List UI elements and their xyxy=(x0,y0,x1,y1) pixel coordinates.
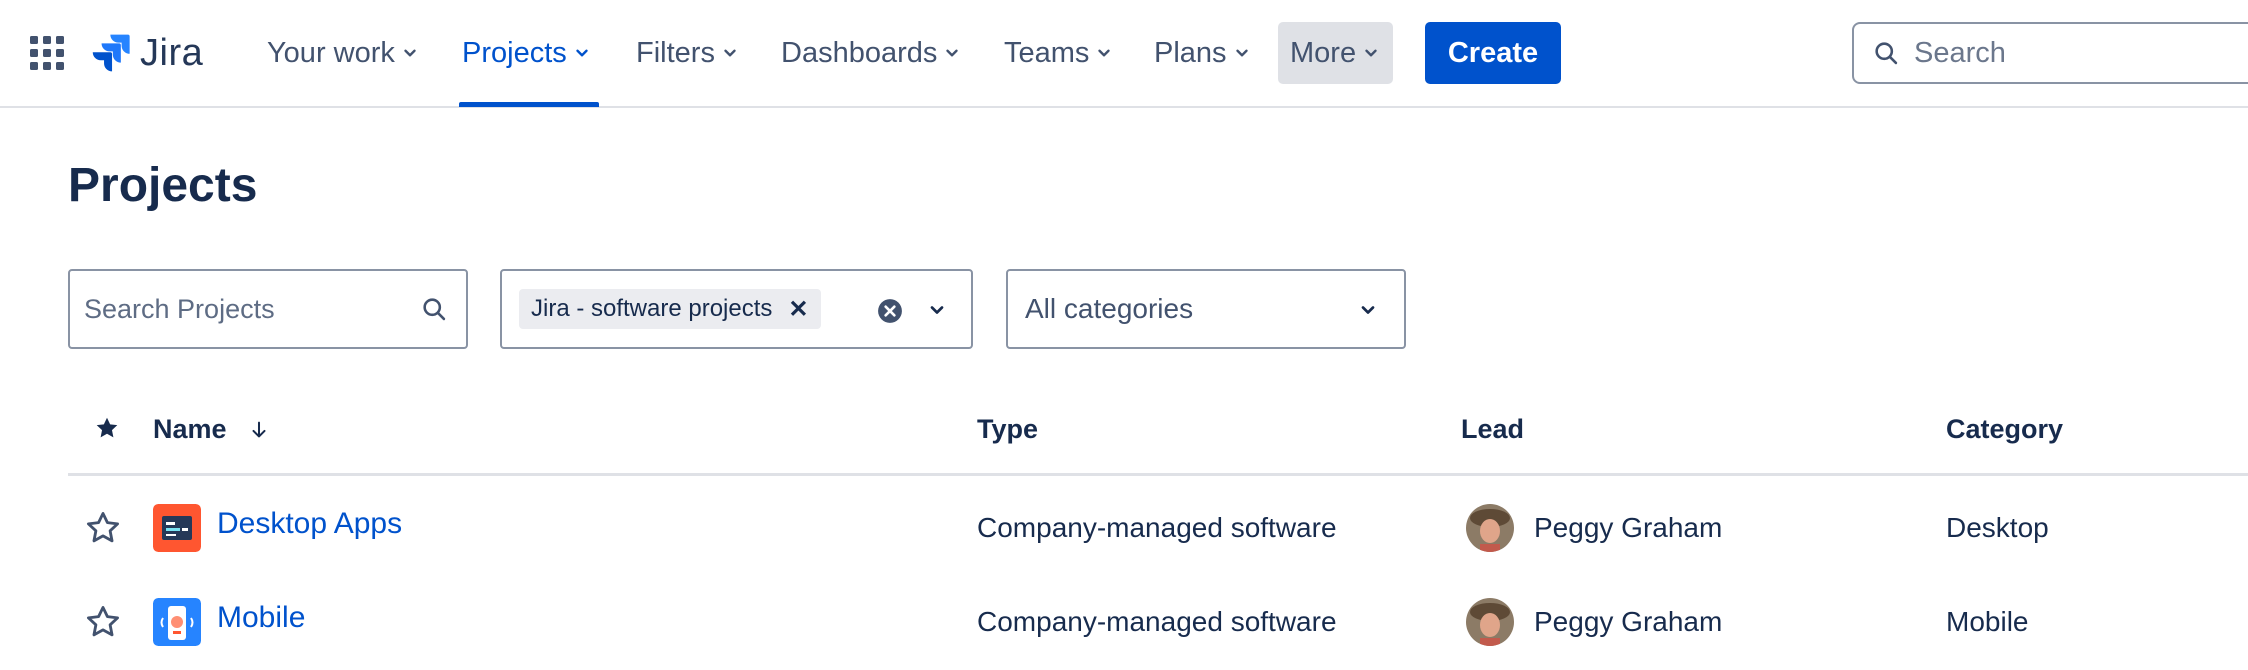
project-name-link[interactable]: Mobile xyxy=(217,601,305,634)
chevron-down-icon[interactable] xyxy=(927,300,947,320)
chevron-down-icon[interactable] xyxy=(1358,300,1378,320)
chevron-down-icon xyxy=(1098,49,1111,57)
search-projects-input[interactable]: Search Projects xyxy=(68,269,468,349)
column-header-lead[interactable]: Lead xyxy=(1461,414,1524,445)
filter-tag: Jira - software projects ✕ xyxy=(519,289,821,329)
nav-plans[interactable]: Plans xyxy=(1154,22,1251,84)
nav-teams[interactable]: Teams xyxy=(1004,22,1113,84)
chevron-down-icon xyxy=(576,49,588,57)
nav-label: More xyxy=(1290,36,1357,69)
app-name: Jira xyxy=(140,31,204,74)
global-search-input[interactable]: Search xyxy=(1852,22,2248,84)
nav-filters[interactable]: Filters xyxy=(636,22,739,84)
jira-logo[interactable]: Jira xyxy=(90,28,203,78)
nav-label: Teams xyxy=(1004,36,1090,69)
project-type: Company-managed software xyxy=(977,512,1337,543)
chevron-down-icon xyxy=(1235,49,1248,57)
starred-column-icon xyxy=(96,417,118,438)
desktop-app-icon xyxy=(153,504,201,552)
clear-selection-icon[interactable] xyxy=(877,298,903,324)
filter-tag-label: Jira - software projects xyxy=(531,295,773,322)
avatar xyxy=(1466,504,1514,552)
project-lead[interactable]: Peggy Graham xyxy=(1534,606,1722,638)
project-category: Desktop xyxy=(1946,512,2049,543)
mobile-app-icon xyxy=(153,598,201,646)
star-outline-icon[interactable] xyxy=(84,509,122,547)
nav-label: Plans xyxy=(1154,36,1227,69)
project-category: Mobile xyxy=(1946,606,2029,637)
product-filter-select[interactable]: Jira - software projects ✕ xyxy=(500,269,973,349)
column-header-label: Category xyxy=(1946,414,2064,444)
chevron-down-icon xyxy=(724,49,736,57)
column-header-category[interactable]: Category xyxy=(1946,414,2063,445)
top-navigation: Jira Your work Projects Filters Dashboar… xyxy=(0,0,2248,108)
nav-label: Your work xyxy=(267,36,395,69)
avatar xyxy=(1466,598,1514,646)
project-type: Company-managed software xyxy=(977,606,1337,637)
search-placeholder: Search xyxy=(1914,36,2006,69)
create-button[interactable]: Create xyxy=(1425,22,1561,84)
nav-label: Projects xyxy=(462,36,567,69)
search-projects-placeholder: Search Projects xyxy=(84,293,275,324)
nav-projects[interactable]: Projects xyxy=(462,22,591,84)
page-title: Projects xyxy=(68,159,258,212)
active-nav-indicator xyxy=(459,102,599,107)
search-icon xyxy=(423,298,446,321)
remove-tag-icon[interactable]: ✕ xyxy=(788,295,808,324)
arrow-down-icon xyxy=(252,421,266,438)
column-header-label: Lead xyxy=(1461,414,1525,444)
category-filter-value: All categories xyxy=(1025,293,1194,324)
column-header-type[interactable]: Type xyxy=(977,414,1038,445)
column-header-label: Name xyxy=(153,414,227,444)
nav-your-work[interactable]: Your work xyxy=(267,22,419,84)
jira-logo-icon xyxy=(92,34,130,72)
chevron-down-icon xyxy=(946,49,959,57)
nav-more[interactable]: More xyxy=(1290,22,1380,84)
table-header-divider xyxy=(68,473,2248,476)
project-name-link[interactable]: Desktop Apps xyxy=(217,507,402,540)
nav-label: Dashboards xyxy=(781,36,938,69)
project-lead[interactable]: Peggy Graham xyxy=(1534,512,1722,544)
category-filter-select[interactable]: All categories xyxy=(1006,269,1406,349)
nav-label: Filters xyxy=(636,36,715,69)
column-header-label: Type xyxy=(977,414,1039,444)
chevron-down-icon xyxy=(1365,49,1377,57)
star-outline-icon[interactable] xyxy=(84,603,122,641)
chevron-down-icon xyxy=(404,49,416,57)
column-header-name[interactable]: Name xyxy=(153,414,270,445)
nav-dashboards[interactable]: Dashboards xyxy=(781,22,961,84)
app-switcher-icon[interactable] xyxy=(30,36,64,70)
search-icon xyxy=(1875,42,1898,65)
